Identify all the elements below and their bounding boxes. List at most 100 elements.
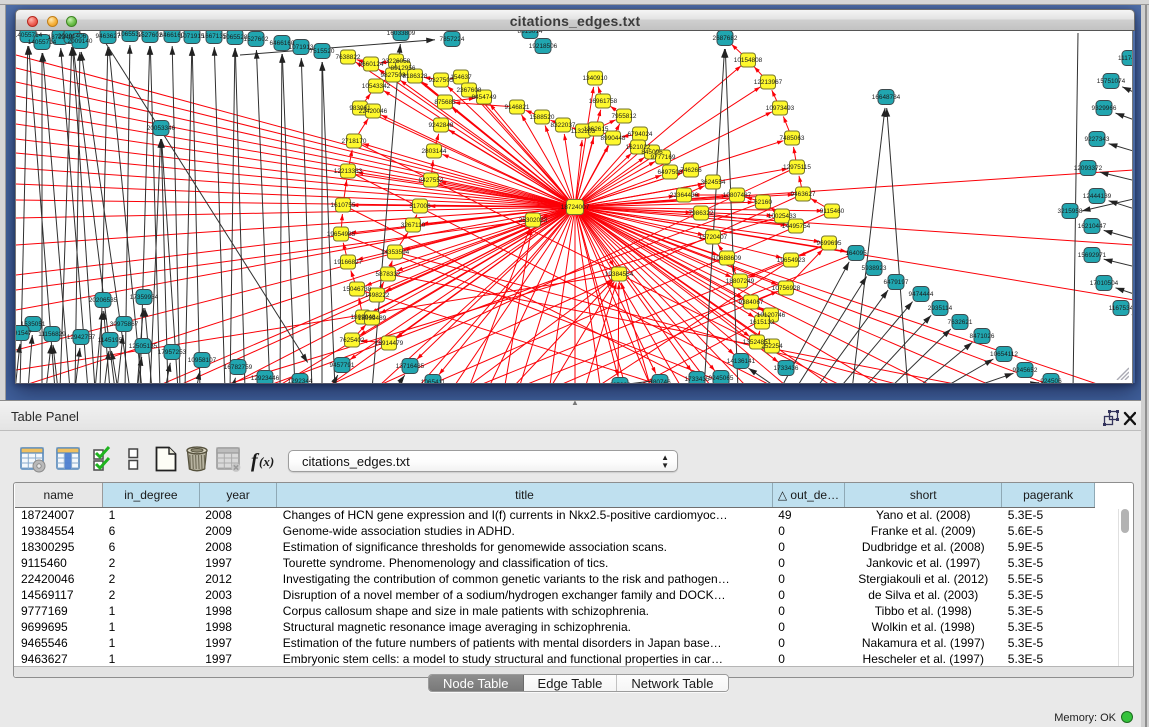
svg-text:17957253: 17957253: [158, 349, 187, 356]
svg-text:12213383: 12213383: [334, 168, 363, 175]
svg-text:18807249: 18807249: [726, 278, 755, 285]
svg-text:9115460: 9115460: [820, 208, 845, 215]
svg-text:16033809: 16033809: [387, 31, 416, 37]
svg-text:9474444: 9474444: [909, 291, 934, 298]
svg-text:12975115: 12975115: [783, 164, 811, 171]
svg-text:1065411: 1065411: [421, 379, 446, 383]
svg-text:1145195: 1145195: [98, 337, 123, 344]
svg-text:14353594: 14353594: [381, 249, 410, 256]
svg-text:1117404: 1117404: [1118, 55, 1133, 62]
svg-text:180746: 180746: [649, 379, 671, 383]
svg-text:16210447: 16210447: [1078, 223, 1107, 230]
svg-text:15720407: 15720407: [699, 234, 728, 241]
svg-text:10154808: 10154808: [734, 57, 763, 64]
svg-text:15751074: 15751074: [1097, 78, 1126, 85]
svg-text:19166827: 19166827: [334, 259, 363, 266]
svg-text:9245652: 9245652: [1013, 367, 1038, 374]
svg-text:6794024: 6794024: [628, 131, 653, 138]
svg-text:7515520: 7515520: [310, 48, 335, 55]
svg-text:9146821: 9146821: [505, 104, 530, 111]
svg-text:6479197: 6479197: [884, 279, 909, 286]
svg-text:2935114: 2935114: [928, 305, 953, 312]
svg-text:2687682: 2687682: [713, 35, 738, 42]
svg-text:11156829: 11156829: [38, 331, 66, 338]
svg-text:16914479: 16914479: [375, 340, 404, 347]
svg-text:12505135: 12505135: [129, 343, 158, 350]
svg-text:10807487: 10807487: [723, 192, 752, 199]
svg-text:9227343: 9227343: [1085, 136, 1110, 143]
svg-text:1588520: 1588520: [530, 114, 555, 121]
svg-text:317006: 317006: [409, 203, 431, 210]
svg-text:7485063: 7485063: [780, 135, 805, 142]
svg-text:19654985: 19654985: [327, 231, 356, 238]
svg-text:7955812: 7955812: [612, 113, 637, 120]
svg-text:7638822: 7638822: [336, 54, 361, 61]
svg-text:1527602: 1527602: [244, 36, 269, 43]
svg-text:8427552: 8427552: [419, 177, 444, 184]
svg-text:9699695: 9699695: [817, 240, 842, 247]
svg-text:13716485: 13716485: [396, 363, 425, 370]
svg-text:3624554: 3624554: [701, 179, 726, 186]
svg-text:1498222: 1498222: [365, 292, 390, 299]
svg-text:22420046: 22420046: [359, 108, 388, 115]
svg-text:8660124: 8660124: [359, 61, 384, 68]
svg-text:1340910: 1340910: [583, 75, 608, 82]
svg-text:18724007: 18724007: [561, 204, 590, 211]
svg-text:19654923: 19654923: [777, 257, 806, 264]
svg-text:9457791: 9457791: [330, 362, 355, 369]
svg-text:10654112: 10654112: [990, 351, 1018, 358]
svg-text:9463627: 9463627: [791, 191, 816, 198]
svg-text:21364436: 21364436: [670, 192, 699, 199]
svg-text:5938923: 5938923: [862, 265, 887, 272]
svg-text:746266: 746266: [680, 167, 702, 174]
svg-text:1615132: 1615132: [750, 319, 775, 326]
svg-text:19218506: 19218506: [529, 43, 558, 50]
svg-text:14055714: 14055714: [16, 32, 43, 39]
svg-text:1535051: 1535051: [21, 321, 46, 328]
svg-text:8990448: 8990448: [601, 135, 626, 142]
svg-text:(x): (x): [259, 454, 274, 469]
svg-text:1610755: 1610755: [331, 202, 356, 209]
svg-text:154637: 154637: [450, 74, 472, 81]
svg-text:17359934: 17359934: [130, 294, 159, 301]
svg-text:3267110: 3267110: [401, 222, 426, 229]
svg-text:20206535: 20206535: [89, 297, 118, 304]
svg-text:25302023: 25302023: [519, 217, 548, 224]
svg-text:12093372: 12093372: [1074, 165, 1103, 172]
svg-text:12213967: 12213967: [754, 79, 783, 86]
svg-text:10973493: 10973493: [766, 105, 795, 112]
svg-text:391547: 391547: [16, 330, 32, 337]
svg-text:1733435: 1733435: [685, 376, 710, 383]
svg-text:14136141: 14136141: [727, 358, 756, 365]
svg-text:7986322: 7986322: [689, 210, 714, 217]
svg-text:1733436: 1733436: [774, 365, 799, 372]
svg-text:16782759: 16782759: [224, 364, 253, 371]
svg-text:9384067: 9384067: [739, 299, 764, 306]
svg-text:1362615: 1362615: [584, 126, 609, 133]
svg-text:164095: 164095: [845, 250, 867, 257]
svg-text:165039: 165039: [609, 382, 631, 383]
svg-text:1167534: 1167534: [1109, 305, 1133, 312]
svg-text:15692971: 15692971: [1078, 252, 1107, 259]
svg-text:16961758: 16961758: [589, 98, 618, 105]
svg-text:7625402: 7625402: [340, 337, 365, 344]
svg-text:16648784: 16648784: [872, 94, 901, 101]
svg-text:10756928: 10756928: [772, 285, 801, 292]
svg-text:12923446: 12923446: [251, 375, 280, 382]
svg-text:8186328: 8186328: [403, 73, 428, 80]
svg-text:2009140: 2009140: [68, 38, 93, 45]
svg-text:9245065: 9245065: [709, 375, 734, 382]
svg-text:62160: 62160: [754, 199, 772, 206]
svg-text:19384554: 19384554: [605, 271, 634, 278]
svg-text:12444139: 12444139: [1083, 193, 1112, 200]
svg-text:3215958: 3215958: [1058, 208, 1083, 215]
svg-text:6497508: 6497508: [658, 169, 683, 176]
svg-text:2718170: 2718170: [342, 138, 367, 145]
svg-text:8813014: 8813014: [518, 31, 543, 35]
svg-text:12942757: 12942757: [67, 334, 96, 341]
svg-text:7632621: 7632621: [948, 319, 973, 326]
svg-text:9242848: 9242848: [429, 122, 454, 129]
svg-text:8912956: 8912956: [391, 65, 416, 72]
svg-text:10120746: 10120746: [757, 312, 786, 319]
svg-text:23226058: 23226058: [382, 58, 411, 65]
